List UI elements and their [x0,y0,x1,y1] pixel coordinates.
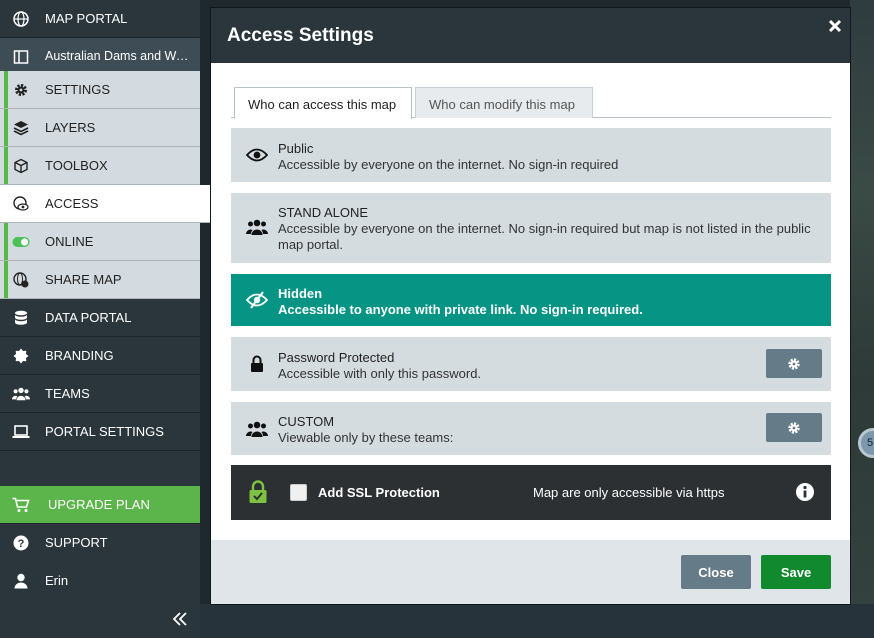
nav-teams[interactable]: TEAMS [0,375,200,413]
nav-label: SETTINGS [45,82,111,97]
nav-label: Australian Dams and Water [45,49,193,63]
option-title: Public [278,141,314,156]
modal-body: Who can access this map Who can modify t… [211,63,850,540]
option-description: Accessible with only this password. [278,366,482,381]
gear-icon [788,357,800,370]
sidebar: MAP PORTAL Australian Dams and Water SET… [0,0,211,638]
nav-access[interactable]: ACCESS [0,185,211,223]
nav-label: PORTAL SETTINGS [45,424,164,439]
gear-icon [788,421,800,434]
map-panel-icon [12,48,30,66]
map-cluster-marker[interactable]: 5 [858,428,874,458]
laptop-icon [12,423,30,441]
nav-label: LAYERS [45,120,96,135]
ssl-lock-icon [248,480,268,504]
nav-support[interactable]: ? SUPPORT [0,524,200,562]
question-icon: ? [12,534,30,552]
layers-icon [12,119,30,137]
ssl-checkbox[interactable] [290,484,307,501]
lock-icon [245,352,269,376]
nav-label: Erin [45,573,69,588]
database-icon [12,309,30,327]
nav-toolbox[interactable]: TOOLBOX [0,147,200,185]
nav-branding[interactable]: BRANDING [0,337,200,375]
access-tabs: Who can access this map Who can modify t… [231,87,831,119]
option-description: Accessible by everyone on the internet. … [278,221,811,252]
user-icon [12,572,30,590]
nav-settings[interactable]: SETTINGS [0,71,200,109]
password-settings-button[interactable] [766,349,822,378]
nav-label: TOOLBOX [45,158,108,173]
access-settings-modal: Access Settings Who can access this map … [210,7,851,605]
tab-who-can-access[interactable]: Who can access this map [234,87,412,119]
custom-teams-settings-button[interactable] [766,413,822,442]
cube-icon [12,157,30,175]
nav-share-map[interactable]: SHARE MAP [0,261,200,299]
ssl-protection-row: Add SSL Protection Map are only accessib… [231,465,831,520]
close-icon[interactable] [827,18,843,34]
access-option-public[interactable]: Public Accessible by everyone on the int… [231,128,831,182]
eye-icon [245,143,269,167]
nav-layers[interactable]: LAYERS [0,109,200,147]
modal-title: Access Settings [227,25,374,46]
nav-label: ONLINE [45,234,94,249]
nav-map-portal[interactable]: MAP PORTAL [0,0,200,38]
globe-icon [12,10,30,28]
nav-portal-settings[interactable]: PORTAL SETTINGS [0,413,200,451]
map-bottom-bar [200,604,874,638]
option-title: Hidden [278,286,323,301]
modal-header: Access Settings [211,8,850,63]
option-title: STAND ALONE [278,205,369,220]
users-icon [12,385,30,403]
option-title: CUSTOM [278,414,335,429]
nav-label: SUPPORT [45,535,108,550]
toggle-on-icon [12,233,30,251]
tab-who-can-modify[interactable]: Who can modify this map [415,87,593,118]
nav-upgrade-plan[interactable]: UPGRADE PLAN [0,486,200,524]
info-icon[interactable] [795,482,815,502]
access-option-custom[interactable]: CUSTOM Viewable only by these teams: [231,402,831,455]
users-icon [245,417,269,441]
access-option-hidden[interactable]: Hidden Accessible to anyone with private… [231,274,831,326]
ssl-label: Add SSL Protection [318,485,440,500]
map-canvas[interactable]: 5 [850,0,874,638]
users-icon [245,215,269,239]
svg-text:?: ? [18,538,25,550]
gear-icon [12,81,30,99]
nav-label: DATA PORTAL [45,310,132,325]
eye-slash-icon [245,288,269,312]
save-button[interactable]: Save [761,555,831,589]
nav-label: BRANDING [45,348,114,363]
eye-globe-icon [12,195,30,213]
badge-icon [12,347,30,365]
ssl-note: Map are only accessible via https [533,485,725,500]
nav-label: ACCESS [45,196,99,211]
nav-user[interactable]: Erin [0,562,200,600]
nav-label: MAP PORTAL [45,11,128,26]
share-globe-icon [12,271,30,289]
access-option-stand-alone[interactable]: STAND ALONE Accessible by everyone on th… [231,193,831,263]
option-title: Password Protected [278,350,395,365]
nav-label: UPGRADE PLAN [48,497,150,512]
nav-data-portal[interactable]: DATA PORTAL [0,299,200,337]
nav-label: TEAMS [45,386,90,401]
nav-label: SHARE MAP [45,272,122,287]
option-description: Accessible by everyone on the internet. … [278,157,619,172]
nav-online[interactable]: ONLINE [0,223,200,261]
option-description: Viewable only by these teams: [278,430,454,445]
close-button[interactable]: Close [681,555,751,589]
option-description: Accessible to anyone with private link. … [278,302,643,317]
collapse-sidebar-icon[interactable] [172,609,188,629]
cart-icon [12,496,30,514]
access-option-password[interactable]: Password Protected Accessible with only … [231,337,831,391]
